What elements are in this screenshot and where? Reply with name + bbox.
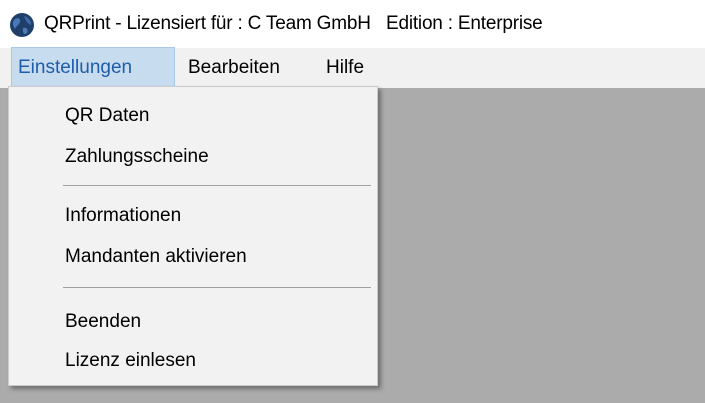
- window-title: QRPrint - Lizensiert für : C Team GmbH E…: [44, 13, 543, 34]
- menu-item-lizenz-einlesen[interactable]: Lizenz einlesen: [65, 348, 196, 374]
- menu-bar: Einstellungen Bearbeiten Hilfe: [0, 47, 705, 89]
- menu-separator: [63, 287, 371, 288]
- menu-item-informationen[interactable]: Informationen: [65, 203, 181, 229]
- menu-item-beenden[interactable]: Beenden: [65, 309, 141, 335]
- menu-item-zahlungsscheine[interactable]: Zahlungsscheine: [65, 144, 209, 170]
- menu-bearbeiten[interactable]: Bearbeiten: [182, 48, 316, 88]
- menu-hilfe[interactable]: Hilfe: [320, 48, 376, 88]
- menu-item-mandanten-aktivieren[interactable]: Mandanten aktivieren: [65, 244, 247, 270]
- menu-einstellungen[interactable]: Einstellungen: [11, 47, 175, 89]
- settings-dropdown-menu: QR Daten Zahlungsscheine Informationen M…: [8, 86, 378, 386]
- title-bar: QRPrint - Lizensiert für : C Team GmbH E…: [0, 0, 705, 48]
- menu-separator: [63, 185, 371, 186]
- globe-icon: [10, 13, 34, 37]
- menu-item-qr-daten[interactable]: QR Daten: [65, 103, 149, 129]
